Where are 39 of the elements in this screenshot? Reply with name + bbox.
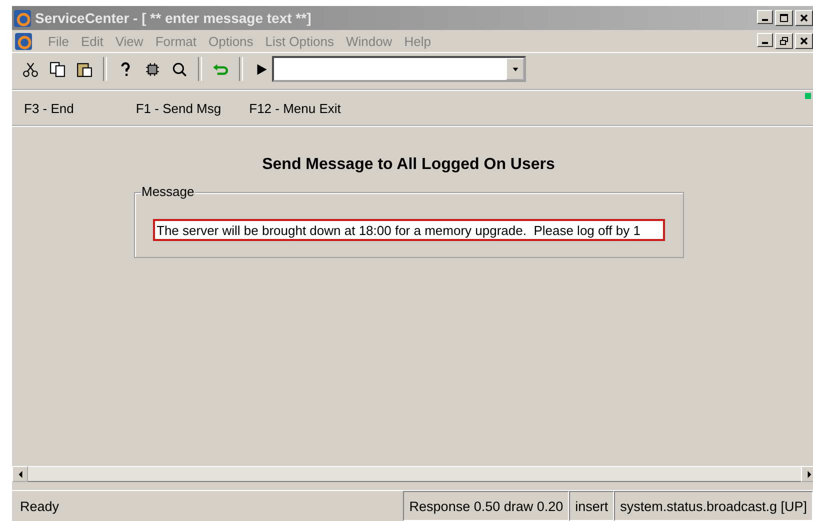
restore-icon [779, 36, 789, 46]
status-indicator-icon [805, 93, 811, 99]
horizontal-scrollbar[interactable] [12, 466, 813, 482]
command-combo-box[interactable] [272, 56, 526, 82]
scroll-left-button[interactable] [12, 466, 28, 482]
left-arrow-icon [16, 470, 24, 478]
window-title: ServiceCenter - [ ** enter message text **] [35, 10, 312, 26]
minimize-button[interactable] [757, 10, 773, 24]
minimize-icon [762, 19, 768, 21]
paste-icon[interactable] [76, 60, 93, 78]
function-key-label[interactable]: F1 - Send Msg [136, 100, 222, 116]
app-logo-icon [14, 10, 31, 26]
group-label: Message [140, 184, 196, 199]
chip-icon[interactable] [144, 60, 161, 78]
close-icon [799, 13, 809, 23]
caret-icon [510, 64, 520, 74]
scroll-right-button[interactable] [801, 466, 813, 482]
copy-icon[interactable] [49, 60, 66, 78]
status-panel: Response 0.50 draw 0.20 [403, 491, 570, 521]
status-panel: system.status.broadcast.g [UP] [614, 491, 813, 521]
message-input-field[interactable]: The server will be brought down at 18:00 for a memory upgrade. Please log off by 1 [152, 219, 664, 241]
status-panel: insert [569, 491, 614, 521]
function-key-label[interactable]: F3 - End [24, 100, 74, 116]
close-button[interactable] [795, 33, 813, 49]
function-key-label[interactable]: F12 - Menu Exit [249, 100, 341, 116]
search-icon[interactable] [171, 60, 188, 78]
minimize-button[interactable] [757, 33, 773, 47]
restore-button[interactable] [775, 33, 793, 49]
maximize-icon [779, 13, 789, 23]
right-arrow-icon [806, 470, 812, 478]
dropdown-button[interactable] [506, 58, 524, 80]
form-heading: Send Message to All Logged On Users [262, 156, 555, 174]
app-logo-icon [15, 32, 32, 50]
maximize-button[interactable] [775, 10, 793, 26]
minimize-icon [762, 42, 768, 44]
scissors-icon[interactable] [22, 60, 39, 78]
close-icon [799, 36, 809, 46]
status-text: Ready [19, 498, 60, 516]
close-button[interactable] [795, 10, 813, 26]
